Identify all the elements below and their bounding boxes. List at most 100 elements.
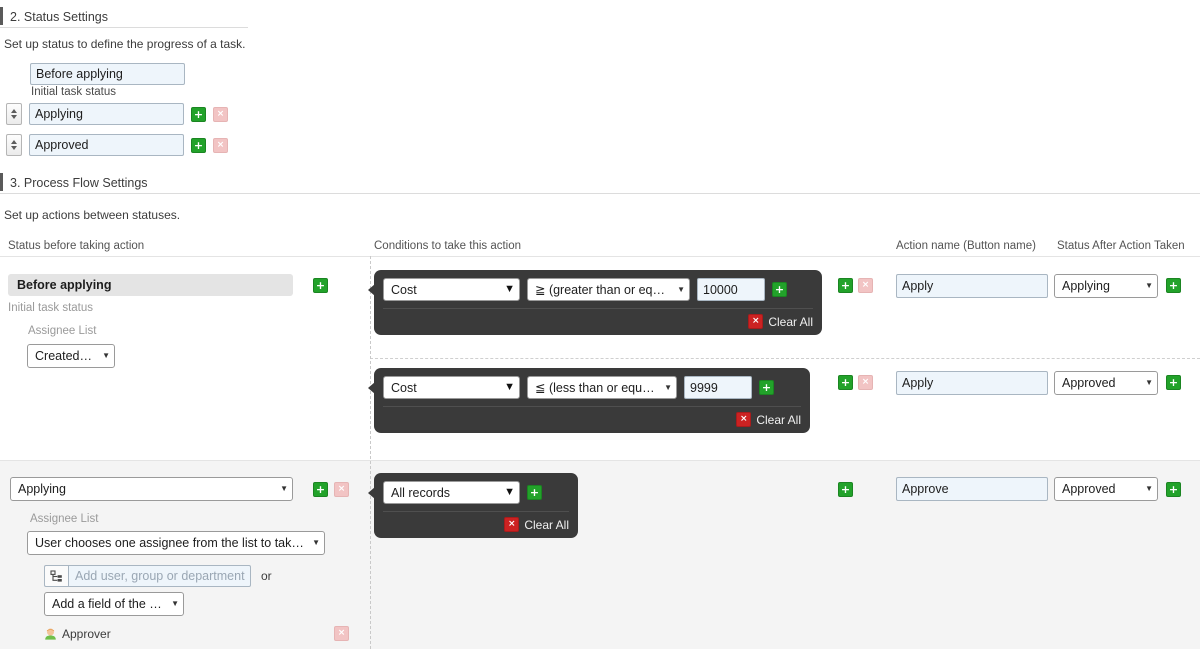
clear-all-row[interactable]: × Clear All — [383, 517, 569, 532]
process-flow-heading-label: 3. Process Flow Settings — [10, 175, 148, 190]
condition-operator-value: ≧ (greater than or equal to) — [535, 283, 670, 297]
status-name-value: Approved — [35, 138, 89, 152]
delete-status-group-button[interactable]: × — [334, 482, 349, 497]
action-name-input[interactable]: Apply — [896, 274, 1048, 298]
condition-card: Cost ▼ ≦ (less than or equal to) ▼ 9999 … — [368, 368, 810, 433]
condition-field-value: Cost — [391, 282, 417, 297]
condition-card: Cost ▼ ≧ (greater than or equal to) ▼ 10… — [368, 270, 822, 335]
add-condition-button[interactable]: + — [772, 282, 787, 297]
clear-all-row[interactable]: × Clear All — [383, 412, 801, 427]
add-status-button[interactable]: + — [191, 137, 206, 153]
action-name-value: Approve — [902, 482, 949, 496]
condition-operator-select[interactable]: ≧ (greater than or equal to) ▼ — [527, 278, 690, 301]
condition-field-value: Cost — [391, 380, 417, 395]
chevron-down-icon: ▼ — [1145, 484, 1153, 493]
initial-status-value: Before applying — [36, 67, 123, 81]
flow-transition-divider — [370, 358, 1200, 359]
status-name-input[interactable]: Approved — [29, 134, 184, 156]
chevron-down-icon: ▼ — [504, 486, 515, 498]
status-after-select[interactable]: Applying ▼ — [1054, 274, 1158, 298]
assignee-list-item: Approver × — [44, 626, 349, 641]
column-header-status-before: Status before taking action — [8, 240, 145, 252]
clear-all-icon: × — [748, 314, 764, 329]
add-status-after-button[interactable]: + — [1166, 278, 1181, 293]
assignee-list-label: Assignee List — [28, 325, 97, 337]
status-row: Approved + × — [6, 134, 228, 156]
add-transition-button[interactable]: + — [838, 278, 853, 293]
clear-all-row[interactable]: × Clear All — [383, 314, 813, 329]
assignee-list-label: Assignee List — [30, 513, 99, 525]
clear-all-label: Clear All — [524, 517, 569, 532]
remove-assignee-button[interactable]: × — [334, 626, 349, 641]
clear-all-label: Clear All — [768, 314, 813, 329]
chevron-down-icon: ▼ — [1145, 281, 1153, 290]
condition-field-value: All records — [391, 485, 451, 500]
add-transition-button[interactable]: + — [838, 375, 853, 390]
reorder-spinner[interactable] — [6, 103, 22, 125]
add-status-after-button[interactable]: + — [1166, 375, 1181, 390]
add-status-after-button[interactable]: + — [1166, 482, 1181, 497]
initial-task-status-note: Initial task status — [8, 302, 94, 314]
status-after-value: Approved — [1062, 376, 1116, 390]
column-header-status-after: Status After Action Taken — [1057, 240, 1185, 252]
assignee-mode-value: User chooses one assignee from the list … — [35, 536, 305, 550]
initial-status-note: Initial task status — [31, 86, 117, 98]
delete-transition-button[interactable]: × — [858, 278, 873, 293]
delete-status-button[interactable]: × — [213, 137, 228, 153]
delete-transition-button[interactable]: × — [858, 375, 873, 390]
delete-status-button[interactable]: × — [213, 106, 228, 122]
clear-all-icon: × — [504, 517, 520, 532]
assignee-type-select[interactable]: Created by ▼ — [27, 344, 115, 368]
add-status-button[interactable]: + — [191, 106, 206, 122]
condition-value-input[interactable]: 9999 — [684, 376, 752, 399]
status-before-pill: Before applying — [8, 274, 293, 296]
org-tree-icon-button[interactable] — [44, 565, 68, 587]
assignee-picker-row: Add user, group or department or — [44, 565, 272, 587]
initial-status-input[interactable]: Before applying — [30, 63, 185, 85]
status-name-input[interactable]: Applying — [29, 103, 184, 125]
condition-row: Cost ▼ ≦ (less than or equal to) ▼ 9999 … — [383, 376, 801, 399]
condition-row: Cost ▼ ≧ (greater than or equal to) ▼ 10… — [383, 278, 813, 301]
chevron-down-icon: ▼ — [280, 484, 288, 493]
assignee-mode-select[interactable]: User chooses one assignee from the list … — [27, 531, 325, 555]
status-before-select[interactable]: Applying ▼ — [10, 477, 293, 501]
status-after-select[interactable]: Approved ▼ — [1054, 477, 1158, 501]
action-name-input[interactable]: Approve — [896, 477, 1048, 501]
status-settings-heading: 2. Status Settings — [0, 6, 248, 28]
clear-all-icon: × — [736, 412, 752, 427]
status-after-value: Applying — [1062, 279, 1110, 293]
process-flow-description: Set up actions between statuses. — [4, 208, 181, 222]
assignee-search-placeholder: Add user, group or department — [75, 569, 245, 583]
add-transition-button[interactable]: + — [313, 278, 328, 293]
status-settings-heading-label: 2. Status Settings — [10, 9, 108, 24]
condition-row: All records ▼ + — [383, 481, 569, 504]
condition-field-select[interactable]: Cost ▼ — [383, 376, 520, 399]
condition-card-divider — [383, 406, 801, 407]
add-transition-button[interactable]: + — [313, 482, 328, 497]
chevron-down-icon: ▼ — [677, 284, 685, 294]
flow-column-separator — [370, 256, 371, 649]
chevron-up-icon — [11, 140, 17, 144]
condition-field-select[interactable]: Cost ▼ — [383, 278, 520, 301]
add-transition-button[interactable]: + — [838, 482, 853, 497]
chevron-down-icon: ▼ — [171, 599, 179, 608]
status-row: Applying + × — [6, 103, 228, 125]
add-condition-button[interactable]: + — [527, 485, 542, 500]
form-field-select[interactable]: Add a field of the form ▼ — [44, 592, 184, 616]
assignee-type-value: Created by — [35, 349, 96, 363]
chevron-down-icon: ▼ — [504, 381, 515, 393]
chevron-up-icon — [11, 109, 17, 113]
condition-operator-select[interactable]: ≦ (less than or equal to) ▼ — [527, 376, 677, 399]
chevron-down-icon — [11, 146, 17, 150]
add-condition-button[interactable]: + — [759, 380, 774, 395]
action-name-input[interactable]: Apply — [896, 371, 1048, 395]
clear-all-label: Clear All — [756, 412, 801, 427]
assignee-search-input[interactable]: Add user, group or department — [68, 565, 251, 587]
reorder-spinner[interactable] — [6, 134, 22, 156]
status-after-select[interactable]: Approved ▼ — [1054, 371, 1158, 395]
chevron-down-icon: ▼ — [1145, 378, 1153, 387]
condition-value-input[interactable]: 10000 — [697, 278, 765, 301]
condition-field-select[interactable]: All records ▼ — [383, 481, 520, 504]
condition-value: 9999 — [690, 380, 718, 395]
action-name-value: Apply — [902, 376, 934, 390]
